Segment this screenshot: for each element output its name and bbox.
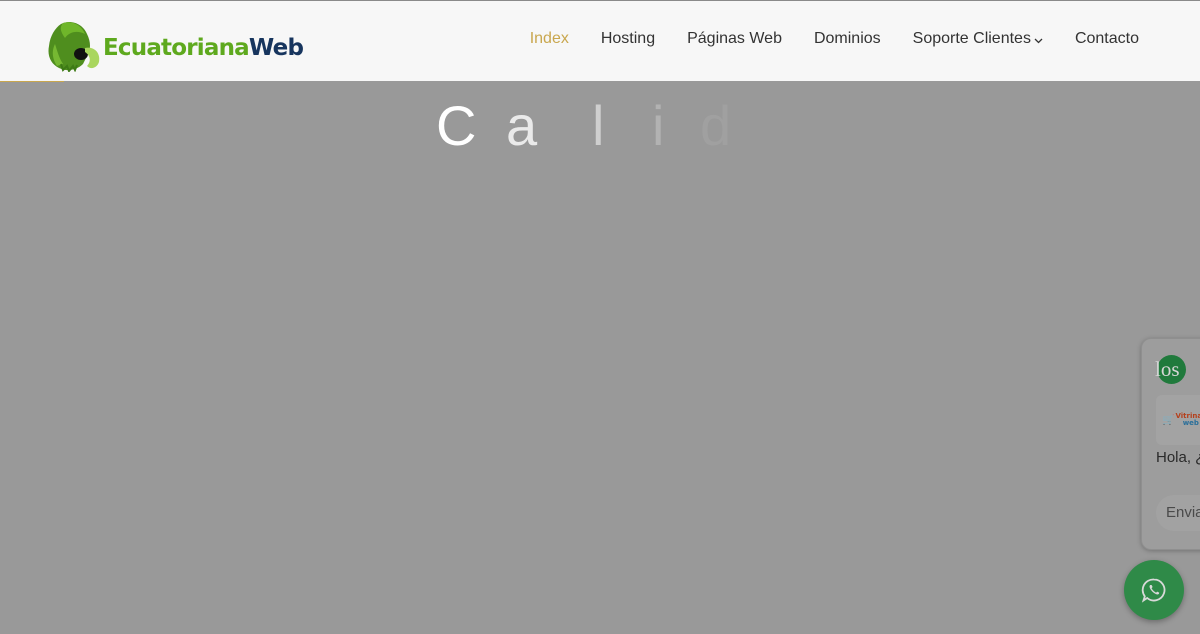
nav-item-hosting[interactable]: Hosting: [601, 30, 655, 48]
whatsapp-icon: [1141, 578, 1166, 603]
chat-popup: los 🛒 Vitrinas web Hola, ¿ Envia: [1141, 338, 1200, 550]
parrot-logo-icon: [48, 22, 100, 72]
hero-letter: d: [700, 94, 732, 157]
hero-section: C a l i d: [0, 82, 1200, 634]
chat-message-bubble: 🛒 Vitrinas web: [1156, 395, 1200, 445]
logo-text-part2: Web: [248, 35, 304, 61]
nav-label: Hosting: [600, 30, 656, 47]
nav-item-soporte-clientes[interactable]: Soporte Clientes: [913, 30, 1043, 48]
site-logo[interactable]: EcuatorianaWeb: [47, 20, 304, 72]
nav-label: Index: [529, 30, 569, 47]
chat-send-button[interactable]: Envia: [1156, 495, 1200, 531]
chevron-down-icon: [1034, 38, 1043, 43]
nav-label: Soporte Clientes: [912, 30, 1031, 47]
hero-letter: a: [506, 94, 538, 157]
vitrinas-web-logo: 🛒 Vitrinas web: [1162, 413, 1200, 427]
nav-item-paginas-web[interactable]: Páginas Web: [687, 30, 782, 48]
brand-line-2: web: [1182, 419, 1199, 427]
chat-avatar: los: [1155, 355, 1186, 384]
nav-label: Páginas Web: [687, 30, 782, 47]
chat-greeting-text: Hola, ¿: [1156, 449, 1200, 466]
nav-label: Dominios: [813, 30, 881, 47]
hero-letter: l: [592, 94, 605, 157]
nav-item-index[interactable]: Index: [530, 30, 569, 48]
whatsapp-button[interactable]: [1124, 560, 1184, 620]
logo-text-part1: Ecuatoriana: [103, 35, 250, 61]
shopping-cart-icon: 🛒: [1162, 414, 1175, 426]
hero-letter: i: [652, 94, 665, 157]
hero-letter: C: [436, 94, 477, 157]
nav-item-dominios[interactable]: Dominios: [814, 30, 881, 48]
site-header: EcuatorianaWeb Index Hosting Páginas Web…: [0, 1, 1200, 81]
logo-text: EcuatorianaWeb: [103, 35, 304, 61]
nav-item-contacto[interactable]: Contacto: [1075, 30, 1139, 48]
hero-title-animated: C a l i d: [436, 94, 770, 158]
nav-label: Contacto: [1074, 30, 1139, 47]
main-nav: Index Hosting Páginas Web Dominios Sopor…: [530, 30, 1139, 48]
